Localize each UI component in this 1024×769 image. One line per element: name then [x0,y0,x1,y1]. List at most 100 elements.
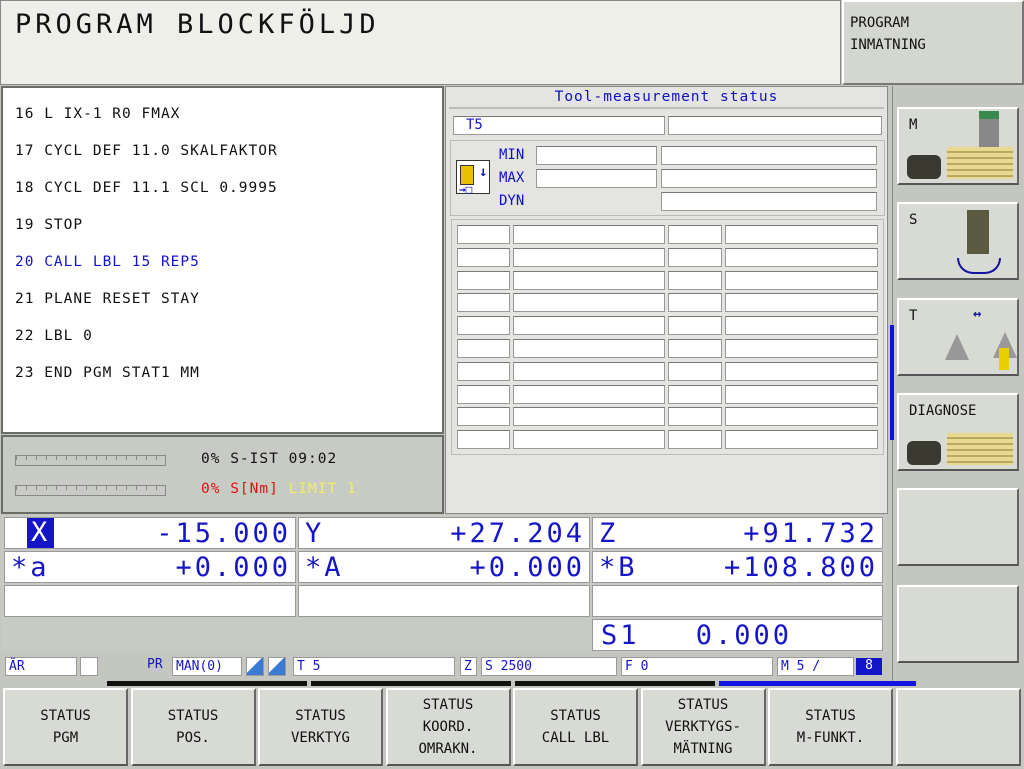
status-m-extra: 8 [856,658,882,675]
softkey-label: STATUS [550,708,601,724]
table-cell [725,384,878,404]
empty-position-cell [4,585,296,617]
program-line[interactable]: 18 CYCL DEF 11.1 SCL 0.9995 [15,180,278,196]
table-cell [725,293,878,313]
program-listing[interactable]: 16 L IX-1 R0 FMAX 17 CYCL DEF 11.0 SKALFA… [1,86,444,434]
softkey-koord-omrakn-[interactable]: STATUS KOORD. OMRAKN. [385,688,511,766]
spindle-value: 0.000 [695,620,792,651]
softkey-t[interactable]: T ↔ [897,298,1019,376]
min-value [536,146,657,165]
softkey-label: STATUS [40,708,91,724]
limit-label: LIMIT 1 [288,481,357,497]
table-cell [668,384,722,404]
softkey-label: PGM [52,730,79,746]
mode-indicator: PROGRAM INMATNING [842,0,1024,85]
table-cell [457,316,510,336]
softkey-label: STATUS [295,708,346,724]
table-cell [725,247,878,267]
table-cell [668,293,722,313]
table-cell [725,225,878,244]
table-cell [457,247,510,267]
program-line[interactable]: 22 LBL 0 [15,328,93,344]
table-cell [668,247,722,267]
axis-value: +91.732 [743,518,878,549]
softkey-label: OMRAKN. [418,741,478,757]
softkey-s[interactable]: S [897,202,1019,280]
program-line[interactable]: 23 END PGM STAT1 MM [15,365,200,381]
program-line-active[interactable]: 20 CALL LBL 15 REP5 [15,254,200,270]
program-line[interactable]: 16 L IX-1 R0 FMAX [15,106,180,122]
table-cell [668,270,722,290]
table-cell [513,316,665,336]
table-cell [513,430,665,450]
axis-position-Y: Y +27.204 [298,517,590,549]
torque-label: 0% S[Nm] [201,481,279,497]
table-cell [457,361,510,381]
axis-position-rot-a: *a +0.000 [4,551,296,583]
table-cell [457,339,510,358]
axis-label: X [27,518,55,548]
tool-measure-icon: ↓ →□ [456,160,490,196]
table-cell [513,339,665,358]
status-blank [80,657,98,676]
spindle-load-panel: 0% S-IST 09:02 0% S[Nm] LIMIT 1 [1,435,444,514]
softkey-call-lbl[interactable]: STATUS CALL LBL [513,688,638,766]
table-cell [457,270,510,290]
axis-label: *B [599,552,638,583]
softkey-pos-[interactable]: STATUS POS. [130,688,256,766]
program-line[interactable]: 17 CYCL DEF 11.0 SKALFAKTOR [15,143,278,159]
softkey-empty-5[interactable] [897,585,1019,663]
load-bar-2 [15,485,166,496]
softkey-empty-4[interactable] [897,488,1019,566]
program-line[interactable]: 21 PLANE RESET STAY [15,291,200,307]
softkey-label: DIAGNOSE [909,403,977,419]
program-line[interactable]: 19 STOP [15,217,83,233]
axis-position-X: X -15.000 [4,517,296,549]
softkey-label: CALL LBL [541,730,610,746]
table-cell [725,407,878,427]
screen-title-bar: PROGRAM BLOCKFÖLJD [0,0,841,85]
tool-icon: ↔ [907,306,1017,372]
table-cell [725,430,878,450]
softkey-row-indicator [719,681,916,686]
softkey-label: STATUS [677,697,729,713]
softkey-label: POS. [176,730,210,746]
status-pr-value: MAN(0) [172,657,242,676]
tool-number: T5 [453,116,665,135]
mode-line-2: INMATNING [850,37,926,53]
softkey-diagnose[interactable]: DIAGNOSE [897,393,1019,471]
max-value [536,169,657,188]
preset-icon [268,657,286,676]
tool-name-field [668,116,882,135]
softkey-m-funkt-[interactable]: STATUS M-FUNKT. [768,688,893,766]
spindle-position: S1 0.000 [592,619,883,651]
table-cell [457,384,510,404]
softkey-empty[interactable] [895,688,1021,766]
axis-label: *A [305,552,344,583]
softkey-page-indicator [890,325,894,440]
softkey-pgm[interactable]: STATUS PGM [3,688,128,766]
softkey-label: STATUS [805,708,856,724]
empty-position-cell [592,585,883,617]
table-cell [457,407,510,427]
axis-value: +0.000 [469,552,585,583]
spindle-actual: 0% S-IST 09:02 [201,451,338,467]
softkey-verktyg[interactable]: STATUS VERKTYG [258,688,383,766]
table-cell [668,430,722,450]
spindle-icon [907,210,1015,276]
axis-position-rot-B: *B +108.800 [592,551,883,583]
table-cell [513,384,665,404]
tool-measurement-panel: Tool-measurement status T5 ↓ →□ MIN MAX … [445,86,888,514]
softkey-verktygs-mätning[interactable]: STATUS VERKTYGS- MÄTNING [640,688,766,766]
max-label: MAX [499,170,525,186]
empty-position-cell [298,585,590,617]
softkey-label: KOORD. [422,719,474,735]
table-cell [725,339,878,358]
table-cell [668,339,722,358]
table-cell [457,430,510,450]
position-display: X -15.000 Y +27.204 Z +91.732 *a +0.000 *A +0.000… [1,515,887,652]
machine-icon [907,111,1015,181]
table-cell [668,316,722,336]
status--r-mode: ÄR [5,657,77,676]
softkey-m[interactable]: M [897,107,1019,185]
